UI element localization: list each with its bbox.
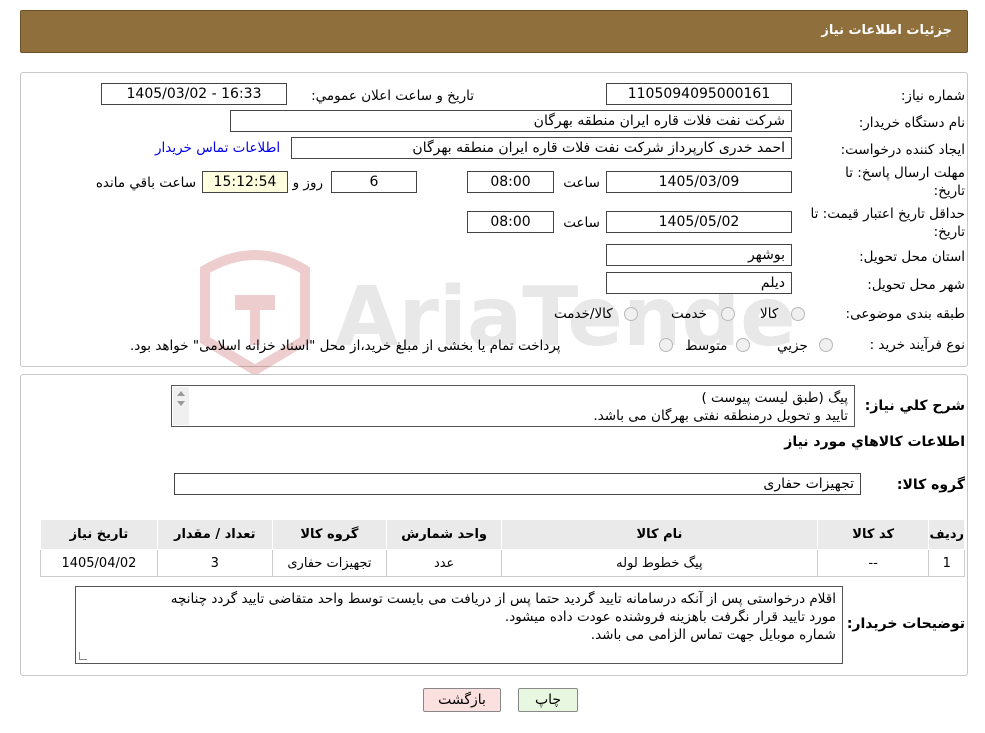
buyer-contact-link[interactable]: اطلاعات تماس خريدار xyxy=(155,140,280,156)
process-note: پرداخت تمام يا بخشی از مبلغ خريد،از محل … xyxy=(130,338,561,354)
table-row: 1 -- پیگ خطوط لوله عدد تجهيزات حفاری 3 1… xyxy=(40,549,965,577)
province-field: بوشهر xyxy=(606,244,792,266)
buyer-org-field: شرکت نفت فلات قاره ایران منطقه بهرگان xyxy=(230,110,792,132)
deadline-date-field: 1405/03/09 xyxy=(606,171,792,193)
buyer-org-label: نام دستگاه خريدار: xyxy=(858,115,965,131)
cell-qty: 3 xyxy=(156,549,273,577)
need-number-label: شماره نیاز: xyxy=(900,88,965,104)
city-field: ديلم xyxy=(606,272,792,294)
process-radio-medium[interactable] xyxy=(736,338,750,352)
process-radio-minor[interactable] xyxy=(819,338,833,352)
days-field: 6 xyxy=(331,171,417,193)
category-radio-goods[interactable] xyxy=(791,307,805,321)
cell-date: 1405/04/02 xyxy=(40,549,158,577)
items-section-title: اطلاعات کالاهاي مورد نياز xyxy=(784,434,965,450)
summary-line-1: پیگ (طبق لیست پیوست ) xyxy=(701,390,848,406)
cell-code: -- xyxy=(816,549,930,577)
items-table: رديف کد کالا نام کالا واحد شمارش گروه کا… xyxy=(40,519,965,577)
category-radio-service[interactable] xyxy=(721,307,735,321)
announce-label: تاریخ و ساعت اعلان عمومي: xyxy=(311,88,474,104)
announce-field: 1405/03/02 - 16:33 xyxy=(101,83,287,105)
page-title: جزئیات اطلاعات نیاز xyxy=(821,23,952,38)
page-header: جزئیات اطلاعات نیاز xyxy=(20,10,968,53)
process-label: نوع فرآيند خريد : xyxy=(869,337,965,353)
buyer-notes-label: توضيحات خريدار: xyxy=(846,616,965,632)
province-label: استان محل تحويل: xyxy=(859,249,965,265)
category-radio-goods-service[interactable] xyxy=(624,307,638,321)
col-row-header: رديف xyxy=(928,519,965,550)
process-option-minor: جزيي xyxy=(777,338,808,354)
cell-name: پیگ خطوط لوله xyxy=(501,549,818,577)
print-button[interactable]: چاپ xyxy=(518,688,578,712)
validity-time-field: 08:00 xyxy=(467,211,554,233)
cell-group: تجهيزات حفاری xyxy=(271,549,388,577)
buyer-notes-line-3: شماره موبایل جهت تماس الزامی می باشد. xyxy=(590,627,836,643)
deadline-time-field: 08:00 xyxy=(467,171,554,193)
summary-textarea[interactable]: پیگ (طبق لیست پیوست ) تایید و تحویل درمن… xyxy=(171,385,855,427)
col-date-header: تاريخ نياز xyxy=(40,519,158,550)
deadline-label-2: تاريخ: xyxy=(933,183,965,199)
treasury-checkbox[interactable] xyxy=(659,338,673,352)
scroll-down-icon[interactable] xyxy=(177,401,185,406)
goods-group-field: تجهيزات حفاری xyxy=(174,473,861,495)
table-header-row: رديف کد کالا نام کالا واحد شمارش گروه کا… xyxy=(40,519,965,550)
need-number-field: 1105094095000161 xyxy=(606,83,792,105)
cell-row: 1 xyxy=(928,549,965,577)
validity-label: حداقل تاريخ اعتبار قيمت: تا xyxy=(810,206,965,222)
summary-scrollbar[interactable] xyxy=(173,387,189,425)
deadline-time-label: ساعت xyxy=(563,175,600,191)
category-label: طبقه بندی موضوعی: xyxy=(845,306,965,322)
scroll-up-icon[interactable] xyxy=(177,391,185,396)
summary-line-2: تایید و تحویل درمنطقه نفتی بهرگان می باش… xyxy=(593,408,848,424)
col-qty-header: تعداد / مقدار xyxy=(156,519,273,550)
summary-label: شرح کلي نياز: xyxy=(864,398,965,414)
col-code-header: کد کالا xyxy=(816,519,930,550)
category-option-service: خدمت xyxy=(671,306,707,322)
validity-time-label: ساعت xyxy=(563,215,600,231)
back-button[interactable]: بازگشت xyxy=(423,688,501,712)
col-name-header: نام کالا xyxy=(501,519,818,550)
validity-label-2: تاريخ: xyxy=(933,224,965,240)
creator-field: احمد خدری کارپرداز شرکت نفت فلات قاره ای… xyxy=(291,137,792,159)
remaining-label: ساعت باقي مانده xyxy=(95,175,196,191)
cell-unit: عدد xyxy=(386,549,502,577)
buyer-notes-line-2: مورد تایید قرار نگرفت باهزینه فروشنده عو… xyxy=(504,609,836,625)
remaining-time-field: 15:12:54 xyxy=(202,171,288,193)
creator-label: ايجاد کننده درخواست: xyxy=(840,142,965,158)
goods-group-label: گروه کالا: xyxy=(896,477,965,493)
category-option-goods-service: کالا/خدمت xyxy=(554,306,613,322)
validity-date-field: 1405/05/02 xyxy=(606,211,792,233)
city-label: شهر محل تحويل: xyxy=(867,277,965,293)
col-group-header: گروه کالا xyxy=(271,519,388,550)
col-unit-header: واحد شمارش xyxy=(386,519,502,550)
days-label: روز و xyxy=(292,175,323,191)
resize-grip-icon[interactable] xyxy=(79,652,87,660)
buyer-notes-textarea[interactable]: اقلام درخواستی پس از آنکه درسامانه تایید… xyxy=(75,586,843,664)
buyer-notes-line-1: اقلام درخواستی پس از آنکه درسامانه تایید… xyxy=(170,591,836,607)
category-option-goods: کالا xyxy=(760,306,779,322)
process-option-medium: متوسط xyxy=(685,338,728,354)
deadline-label: مهلت ارسال پاسخ: تا xyxy=(845,165,965,181)
